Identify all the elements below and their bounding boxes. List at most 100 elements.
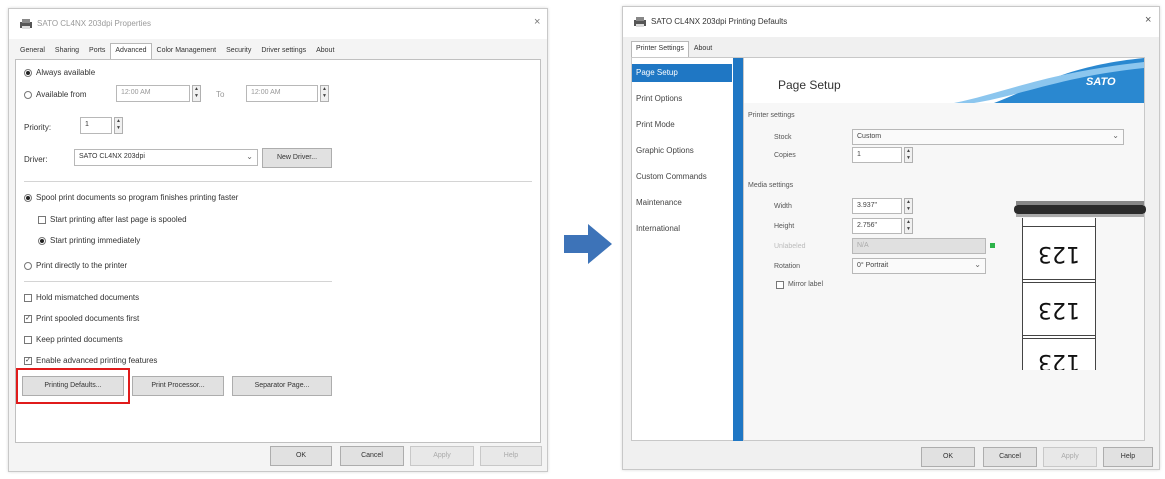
keep-printed-checkbox[interactable] [24, 336, 32, 344]
sidebar-accent [733, 58, 743, 441]
print-directly-radio[interactable] [24, 262, 32, 270]
apply-button[interactable]: Apply [410, 446, 474, 466]
settings-sidebar: Page Setup Print Options Print Mode Grap… [631, 57, 743, 441]
tab-driver-settings[interactable]: Driver settings [256, 43, 311, 59]
tab-advanced[interactable]: Advanced [110, 43, 152, 59]
ok-button[interactable]: OK [921, 447, 975, 467]
start-after-last-radio[interactable] [38, 216, 46, 224]
rotation-value: 0° Portrait [857, 262, 889, 269]
label-preview-text: 123 [1038, 349, 1080, 370]
priority-label: Priority: [24, 123, 52, 132]
print-directly-label: Print directly to the printer [36, 261, 128, 270]
printer-icon [634, 17, 646, 27]
height-field[interactable]: 2.756" [852, 218, 902, 234]
start-immediately-label: Start printing immediately [50, 236, 141, 245]
divider [24, 181, 532, 182]
driver-label: Driver: [24, 155, 48, 164]
label-preview-text: 123 [1038, 241, 1080, 266]
sidebar-item-maintenance[interactable]: Maintenance [636, 198, 682, 207]
tab-printer-settings[interactable]: Printer Settings [631, 41, 689, 57]
print-spooled-first-checkbox[interactable]: ✓ [24, 315, 32, 323]
from-time-spinner[interactable]: ▲ ▼ [192, 85, 201, 102]
printer-icon [20, 19, 32, 29]
label-preview-text: 123 [1038, 297, 1080, 322]
start-immediately-radio[interactable] [38, 237, 46, 245]
to-label: To [216, 90, 225, 99]
printing-defaults-tabs: Printer Settings About [631, 41, 717, 57]
apply-button[interactable]: Apply [1043, 447, 1097, 467]
tab-sharing[interactable]: Sharing [50, 43, 84, 59]
rotation-select[interactable]: 0° Portrait ⌄ [852, 258, 986, 274]
help-button[interactable]: Help [1103, 447, 1153, 467]
available-from-label: Available from [36, 90, 87, 99]
label-preview: 123 [1022, 338, 1096, 370]
always-available-radio[interactable] [24, 69, 32, 77]
help-button[interactable]: Help [480, 446, 542, 466]
from-time-field[interactable]: 12:00 AM [116, 85, 190, 102]
width-field[interactable]: 3.937" [852, 198, 902, 214]
highlight-box [16, 368, 130, 404]
label-preview: 123 [1022, 282, 1096, 336]
stock-label: Stock [774, 134, 792, 141]
spool-radio[interactable] [24, 194, 32, 202]
always-available-label: Always available [36, 68, 96, 77]
close-icon[interactable]: × [534, 17, 540, 28]
width-label: Width [774, 203, 792, 210]
height-label: Height [774, 223, 795, 230]
tab-about[interactable]: About [311, 43, 339, 59]
properties-titlebar: SATO CL4NX 203dpi Properties × [9, 9, 547, 39]
available-from-radio[interactable] [24, 91, 32, 99]
priority-field[interactable]: 1 [80, 117, 112, 134]
page-title: Page Setup [778, 78, 841, 92]
enable-advanced-label: Enable advanced printing features [36, 356, 158, 365]
spool-label: Spool print documents so program finishe… [36, 193, 239, 202]
to-time-spinner[interactable]: ▲ ▼ [320, 85, 329, 102]
sato-logo: SATO [1086, 76, 1116, 88]
ok-button[interactable]: OK [270, 446, 332, 466]
unlabeled-label: Unlabeled [774, 243, 806, 250]
driver-value: SATO CL4NX 203dpi [79, 153, 145, 160]
sidebar-item-print-options[interactable]: Print Options [636, 94, 682, 103]
copies-field[interactable]: 1 [852, 147, 902, 163]
stock-select[interactable]: Custom ⌄ [852, 129, 1124, 145]
print-processor-button[interactable]: Print Processor... [132, 376, 224, 396]
status-indicator [990, 243, 995, 248]
properties-tabs: General Sharing Ports Advanced Color Man… [15, 43, 339, 59]
mirror-label-checkbox[interactable] [776, 281, 784, 289]
printing-defaults-title: SATO CL4NX 203dpi Printing Defaults [651, 17, 788, 26]
chevron-down-icon: ⌄ [246, 152, 253, 161]
enable-advanced-checkbox[interactable]: ✓ [24, 357, 32, 365]
label-preview: 123 [1022, 226, 1096, 280]
printer-settings-group: Printer settings [748, 112, 795, 119]
separator-page-button[interactable]: Separator Page... [232, 376, 332, 396]
to-time-field[interactable]: 12:00 AM [246, 85, 318, 102]
sidebar-item-custom-commands[interactable]: Custom Commands [636, 172, 707, 181]
arrow-right-icon [564, 224, 612, 264]
new-driver-button[interactable]: New Driver... [262, 148, 332, 168]
priority-spinner[interactable]: ▲ ▼ [114, 117, 123, 134]
driver-select[interactable]: SATO CL4NX 203dpi ⌄ [74, 149, 258, 166]
printing-defaults-titlebar: SATO CL4NX 203dpi Printing Defaults × [623, 7, 1159, 37]
stock-value: Custom [857, 133, 882, 140]
tab-security[interactable]: Security [221, 43, 256, 59]
tab-ports[interactable]: Ports [84, 43, 110, 59]
sidebar-item-page-setup[interactable]: Page Setup [632, 64, 732, 82]
divider [24, 281, 332, 282]
unlabeled-field: N/A [852, 238, 986, 254]
hold-mismatched-label: Hold mismatched documents [36, 293, 140, 302]
sidebar-item-graphic-options[interactable]: Graphic Options [636, 146, 694, 155]
tab-color-management[interactable]: Color Management [152, 43, 222, 59]
copies-label: Copies [774, 152, 796, 159]
sidebar-item-print-mode[interactable]: Print Mode [636, 120, 675, 129]
width-spinner[interactable]: ▲ ▼ [904, 198, 913, 214]
chevron-down-icon: ⌄ [974, 260, 981, 269]
sidebar-item-international[interactable]: International [636, 224, 680, 233]
close-icon[interactable]: × [1145, 15, 1151, 26]
cancel-button[interactable]: Cancel [983, 447, 1037, 467]
height-spinner[interactable]: ▲ ▼ [904, 218, 913, 234]
tab-general[interactable]: General [15, 43, 50, 59]
tab-about[interactable]: About [689, 41, 717, 57]
copies-spinner[interactable]: ▲ ▼ [904, 147, 913, 163]
hold-mismatched-checkbox[interactable] [24, 294, 32, 302]
cancel-button[interactable]: Cancel [340, 446, 404, 466]
